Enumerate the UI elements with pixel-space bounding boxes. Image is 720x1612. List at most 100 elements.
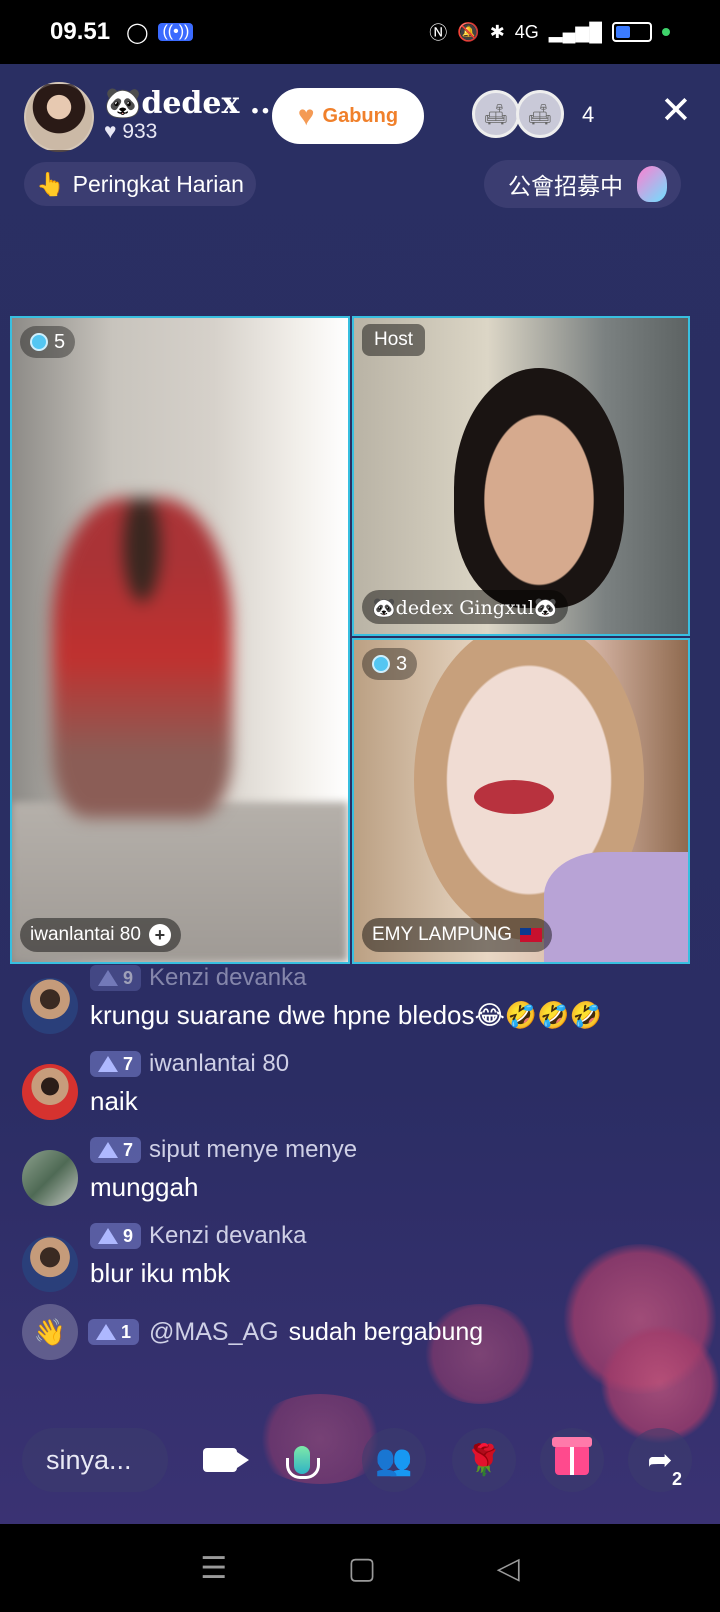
- level-triangle-icon: [98, 1056, 118, 1072]
- chat-text: naik: [90, 1086, 138, 1116]
- microphone-button[interactable]: [270, 1428, 334, 1492]
- host-avatar[interactable]: [24, 82, 94, 152]
- menu-icon[interactable]: ☰: [200, 1551, 227, 1586]
- close-icon[interactable]: ✕: [660, 92, 692, 130]
- video-tile-host[interactable]: Host 🐼dedex Gingxul🐼: [352, 316, 690, 636]
- wave-hand-icon[interactable]: 👋: [22, 1304, 78, 1360]
- whatsapp-icon: ◯: [126, 21, 149, 44]
- battery-fill: [616, 26, 630, 38]
- guild-recruit-label: 公會招募中: [508, 173, 623, 199]
- host-name[interactable]: 🐼dedex ...: [104, 86, 281, 121]
- rose-icon: 🌹: [465, 1443, 503, 1477]
- mute-icon: 🔕: [457, 21, 480, 42]
- gem-icon: [372, 655, 390, 673]
- user-avatar[interactable]: [22, 978, 78, 1034]
- back-icon[interactable]: ◁: [497, 1551, 520, 1586]
- guild-recruit-chip[interactable]: 公會招募中: [484, 160, 681, 208]
- level-triangle-icon: [96, 1324, 116, 1340]
- user-level-badge: 9: [90, 965, 142, 991]
- clock: 09.51: [50, 18, 111, 45]
- level-triangle-icon: [98, 970, 118, 986]
- live-room: 🐼dedex ... ♥ 933 ♥ Gabung 🛋 🛋 4 ✕ 👆 Peri…: [0, 64, 720, 1524]
- join-button[interactable]: ♥ Gabung: [272, 88, 424, 144]
- nfc-icon: Ⓝ: [429, 23, 448, 43]
- video-camera-button[interactable]: [188, 1428, 252, 1492]
- bluetooth-icon: ✱: [489, 21, 505, 42]
- battery-icon: [612, 22, 652, 42]
- guests-button[interactable]: 👥: [362, 1428, 426, 1492]
- share-arrow-icon: ➦: [647, 1443, 673, 1477]
- chat-username[interactable]: Kenzi devanka: [149, 964, 306, 992]
- video-tile-guest-2[interactable]: 3 EMY LAMPUNG: [352, 638, 690, 964]
- status-bar: 09.51 ◯ ((•)) Ⓝ 🔕 ✱ 4G ▂▄▆█: [0, 0, 720, 64]
- chat-meta: 7 siput menye menye: [90, 1136, 357, 1164]
- gift-icon: [552, 1437, 592, 1475]
- user-level: 7: [123, 1053, 134, 1074]
- user-level-badge: 7: [90, 1137, 142, 1163]
- join-notice-text: sudah bergabung: [288, 1317, 484, 1346]
- share-button[interactable]: ➦ 2: [628, 1428, 692, 1492]
- user-level: 7: [123, 1139, 134, 1160]
- bottom-toolbar: sinya... 👥 🌹 ➦ 2: [0, 1420, 720, 1500]
- home-icon[interactable]: ▢: [348, 1551, 376, 1586]
- level-badge: 5: [20, 326, 76, 358]
- people-icon: 👥: [375, 1443, 413, 1477]
- user-level: 9: [123, 967, 134, 988]
- video-person: [52, 498, 232, 818]
- user-level-badge: 9: [90, 1223, 142, 1249]
- join-label: Gabung: [322, 104, 399, 127]
- chat-username[interactable]: Kenzi devanka: [149, 1222, 306, 1250]
- video-person: [454, 368, 624, 608]
- chat-text: krungu suarane dwe hpne bledos😂🤣🤣🤣: [90, 1000, 603, 1030]
- video-camera-icon: [203, 1448, 249, 1472]
- network-label: 4G: [514, 21, 539, 42]
- chat-text: blur iku mbk: [90, 1258, 231, 1288]
- broadcast-icon: ((•)): [158, 23, 194, 41]
- host-name-tag[interactable]: 🐼dedex Gingxul🐼: [362, 590, 568, 624]
- chat-meta: 9 Kenzi devanka: [90, 1222, 306, 1250]
- chat-meta: 9 Kenzi devanka: [90, 964, 306, 992]
- user-level-badge: 7: [90, 1051, 142, 1077]
- guest-name-tag[interactable]: iwanlantai 80 +: [20, 918, 181, 952]
- gift-button[interactable]: [540, 1428, 604, 1492]
- fire-icon: 👆: [36, 170, 65, 197]
- join-notice: 👋 1 @MAS_AG sudah bergabung: [22, 1304, 483, 1360]
- user-level: 1: [121, 1321, 132, 1342]
- user-avatar[interactable]: [22, 1150, 78, 1206]
- guest-name: EMY LAMPUNG: [372, 924, 513, 945]
- host-likes-count: 933: [122, 120, 158, 143]
- charging-dot-icon: [662, 28, 670, 36]
- chat-username[interactable]: siput menye menye: [149, 1136, 357, 1164]
- video-detail: [474, 780, 554, 814]
- viewer-seat-icon[interactable]: 🛋: [516, 90, 564, 138]
- status-icons: Ⓝ 🔕 ✱ 4G ▂▄▆█: [429, 19, 670, 45]
- share-count: 2: [671, 1469, 682, 1489]
- viewer-count[interactable]: 4: [582, 102, 594, 128]
- video-detail: [544, 852, 688, 962]
- host-likes: ♥ 933: [104, 120, 158, 143]
- guest-name-tag[interactable]: EMY LAMPUNG: [362, 918, 553, 952]
- user-level: 9: [123, 1225, 134, 1246]
- level-triangle-icon: [98, 1228, 118, 1244]
- host-tag: Host: [362, 324, 426, 356]
- daily-rank-chip[interactable]: 👆 Peringkat Harian: [24, 162, 256, 206]
- level-badge-value: 5: [54, 330, 66, 353]
- gem-icon: [30, 333, 48, 351]
- user-level-badge: 1: [88, 1319, 140, 1345]
- rose-gift-button[interactable]: 🌹: [452, 1428, 516, 1492]
- level-badge-value: 3: [396, 652, 408, 675]
- signal-icon: ▂▄▆█: [548, 21, 602, 42]
- flag-icon: [520, 928, 543, 942]
- comment-input[interactable]: sinya...: [22, 1428, 168, 1492]
- chat-username[interactable]: iwanlantai 80: [149, 1050, 289, 1078]
- user-avatar[interactable]: [22, 1064, 78, 1120]
- video-tile-guest-1[interactable]: 5 iwanlantai 80 +: [10, 316, 350, 964]
- heart-plus-icon: ♥: [297, 100, 315, 131]
- level-triangle-icon: [98, 1142, 118, 1158]
- user-avatar[interactable]: [22, 1236, 78, 1292]
- joined-user-handle[interactable]: @MAS_AG: [149, 1318, 279, 1347]
- lightbulb-icon: [637, 166, 667, 202]
- viewer-seat-icon[interactable]: 🛋: [472, 90, 520, 138]
- level-badge: 3: [362, 648, 418, 680]
- follow-plus-icon[interactable]: +: [148, 924, 171, 946]
